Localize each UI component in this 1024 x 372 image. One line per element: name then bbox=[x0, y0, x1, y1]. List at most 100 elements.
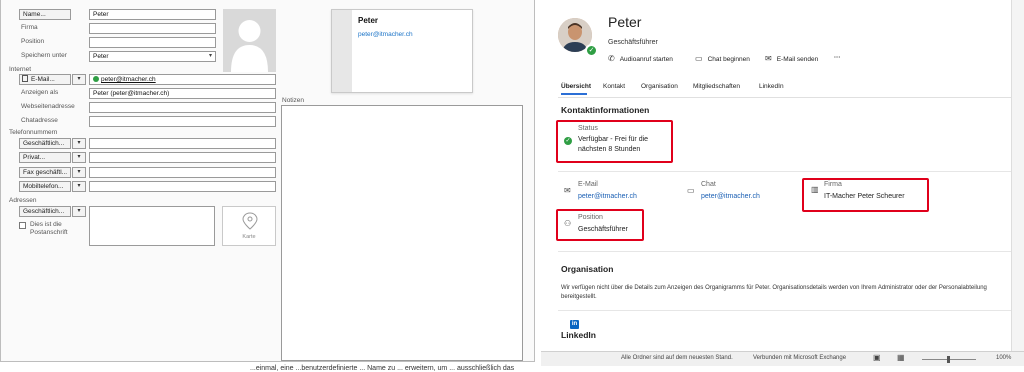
tab-linkedin[interactable]: LinkedIn bbox=[759, 83, 784, 90]
email-button-label: E-Mail... bbox=[31, 76, 55, 83]
mail-icon: ✉ bbox=[564, 186, 571, 195]
status-bar: Alle Ordner sind auf dem neuesten Stand.… bbox=[541, 351, 1024, 366]
chat-bubble-icon: ▭ bbox=[687, 186, 695, 195]
email-label: E-Mail senden bbox=[776, 56, 819, 63]
kontakt-heading: Kontaktinformationen bbox=[561, 105, 650, 115]
chat-field[interactable] bbox=[89, 116, 276, 127]
email-link[interactable]: peter@itmacher.ch bbox=[578, 193, 637, 200]
tab-mitgliedschaften[interactable]: Mitgliedschaften bbox=[693, 83, 740, 90]
tab-kontakt[interactable]: Kontakt bbox=[603, 83, 625, 90]
chat-link[interactable]: peter@itmacher.ch bbox=[701, 193, 760, 200]
chevron-down-icon: ▾ bbox=[77, 140, 81, 146]
tab-uebersicht[interactable]: Übersicht bbox=[561, 83, 591, 90]
notes-field[interactable] bbox=[281, 105, 523, 361]
chevron-down-icon: ▾ bbox=[77, 208, 81, 214]
background-document-text: ...einmal, eine ...benutzerdefinierte ..… bbox=[250, 365, 515, 372]
normal-view-icon[interactable]: ▣ bbox=[873, 353, 881, 362]
map-button[interactable]: Karte bbox=[222, 206, 276, 246]
email-action[interactable]: ✉ E-Mail senden bbox=[765, 54, 818, 63]
profile-name: Peter bbox=[608, 14, 642, 30]
linkedin-icon: in bbox=[570, 320, 579, 329]
phone-type-button[interactable]: Fax geschäftl... bbox=[19, 167, 71, 178]
phone-field[interactable] bbox=[89, 181, 276, 192]
phone-type-dropdown[interactable]: ▾ bbox=[72, 167, 86, 178]
firma-value: IT-Macher Peter Scheurer bbox=[824, 193, 905, 200]
org-heading: Organisation bbox=[561, 264, 614, 274]
webseite-field[interactable] bbox=[89, 102, 276, 113]
person-icon: ⚇ bbox=[564, 219, 572, 228]
audio-call-action[interactable]: ✆ Audioanruf starten bbox=[608, 54, 673, 63]
firma-field[interactable] bbox=[89, 23, 216, 34]
phone-type-button[interactable]: Mobiltelefon... bbox=[19, 181, 71, 192]
card-stripe bbox=[332, 10, 352, 92]
contact-card-icon bbox=[22, 75, 28, 82]
notizen-label: Notizen bbox=[282, 97, 305, 104]
building-icon: ▥ bbox=[811, 185, 819, 194]
reading-view-icon[interactable]: ▦ bbox=[897, 353, 905, 362]
zoom-slider-handle[interactable] bbox=[947, 356, 950, 363]
section-divider bbox=[558, 251, 1012, 252]
address-field[interactable] bbox=[89, 206, 215, 246]
map-pin-icon bbox=[242, 212, 258, 230]
phone-type-button[interactable]: Privat... bbox=[19, 152, 71, 163]
chevron-down-icon: ▾ bbox=[208, 53, 212, 59]
chat-field-label: Chat bbox=[701, 181, 716, 188]
phone-field[interactable] bbox=[89, 167, 276, 178]
contact-form-panel: Name... Peter Firma Position Speichern u… bbox=[0, 0, 535, 362]
internet-section-label: Internet bbox=[9, 66, 32, 73]
map-button-label: Karte bbox=[242, 234, 256, 240]
connection-status: Verbunden mit Microsoft Exchange bbox=[753, 355, 847, 361]
profile-card-panel: ✓ Peter Geschäftsführer ✆ Audioanruf star… bbox=[541, 0, 1012, 351]
postanschrift-checkbox[interactable] bbox=[19, 222, 26, 229]
chat-bubble-icon: ▭ bbox=[695, 54, 703, 63]
email-field[interactable]: peter@itmacher.ch bbox=[89, 74, 276, 85]
chevron-down-icon: ▾ bbox=[77, 169, 81, 175]
profile-title: Geschäftsführer bbox=[608, 39, 658, 46]
section-divider bbox=[558, 171, 1012, 172]
email-dropdown-button[interactable]: ▾ bbox=[72, 74, 86, 85]
anzeigen-field[interactable]: Peter (peter@itmacher.ch) bbox=[89, 88, 276, 99]
address-type-dropdown[interactable]: ▾ bbox=[72, 206, 86, 217]
postanschrift-label: Dies ist die Postanschrift bbox=[30, 221, 68, 236]
contact-photo[interactable] bbox=[223, 9, 276, 72]
phone-type-button[interactable]: Geschäftlich... bbox=[19, 138, 71, 149]
status-available-icon: ✓ bbox=[564, 137, 572, 145]
name-field[interactable]: Peter bbox=[89, 9, 216, 20]
phone-type-dropdown[interactable]: ▾ bbox=[72, 138, 86, 149]
tab-organisation[interactable]: Organisation bbox=[641, 83, 678, 90]
more-options-button[interactable]: ··· bbox=[834, 54, 841, 61]
email-button[interactable]: E-Mail... bbox=[19, 74, 71, 85]
chat-label: Chat beginnen bbox=[707, 56, 750, 63]
card-name: Peter bbox=[358, 16, 379, 25]
position-value: Geschäftsführer bbox=[578, 226, 628, 233]
chevron-down-icon: ▾ bbox=[77, 76, 81, 82]
status-value-line1: Verfügbar - Frei für die bbox=[578, 136, 649, 143]
phone-type-dropdown[interactable]: ▾ bbox=[72, 152, 86, 163]
phone-type-dropdown[interactable]: ▾ bbox=[72, 181, 86, 192]
name-button[interactable]: Name... bbox=[19, 9, 71, 20]
chat-label: Chatadresse bbox=[21, 117, 58, 124]
zoom-level: 100% bbox=[996, 355, 1012, 361]
position-label: Position bbox=[21, 38, 45, 45]
webseite-label: Webseitenadresse bbox=[21, 103, 75, 110]
linkedin-heading: LinkedIn bbox=[561, 330, 596, 340]
presence-available-icon: ✓ bbox=[585, 44, 598, 57]
email-value: peter@itmacher.ch bbox=[101, 76, 156, 83]
phone-icon: ✆ bbox=[608, 54, 615, 63]
tab-divider bbox=[558, 97, 1012, 98]
speichern-select[interactable]: Peter ▾ bbox=[89, 51, 216, 62]
section-divider bbox=[558, 310, 1012, 311]
address-type-button[interactable]: Geschäftlich... bbox=[19, 206, 71, 217]
business-card-preview: Peter peter@itmacher.ch bbox=[331, 9, 473, 93]
position-field-label: Position bbox=[578, 214, 603, 221]
presence-dot-icon bbox=[93, 76, 99, 82]
telefon-section-label: Telefonnummern bbox=[9, 129, 58, 136]
sync-status: Alle Ordner sind auf dem neuesten Stand. bbox=[621, 355, 733, 361]
firma-label: Firma bbox=[21, 24, 38, 31]
scrollbar[interactable] bbox=[1011, 0, 1024, 351]
mail-icon: ✉ bbox=[765, 54, 772, 63]
position-field[interactable] bbox=[89, 37, 216, 48]
phone-field[interactable] bbox=[89, 152, 276, 163]
chat-action[interactable]: ▭ Chat beginnen bbox=[695, 54, 750, 63]
phone-field[interactable] bbox=[89, 138, 276, 149]
